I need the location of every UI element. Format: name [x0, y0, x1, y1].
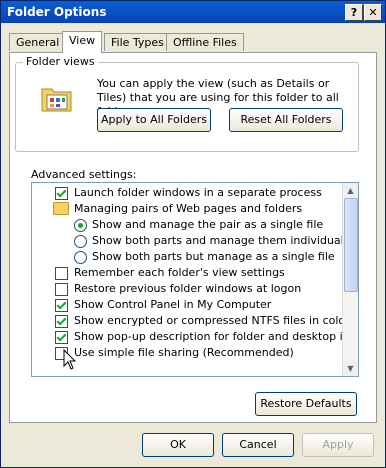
- mouse-cursor-icon: [63, 349, 77, 370]
- tab-file-types[interactable]: File Types: [104, 33, 171, 51]
- item-label: Show Control Panel in My Computer: [74, 298, 272, 311]
- checkbox[interactable]: [55, 315, 68, 328]
- tab-general[interactable]: General: [9, 33, 67, 51]
- apply-to-all-folders-button[interactable]: Apply to All Folders: [97, 108, 211, 132]
- vertical-scrollbar[interactable]: ▲ ▼: [342, 183, 358, 376]
- item-label: Managing pairs of Web pages and folders: [74, 202, 303, 215]
- item-label: Show both parts and manage them individu…: [92, 234, 354, 247]
- advanced-settings-list[interactable]: Launch folder windows in a separate proc…: [31, 182, 359, 377]
- close-button[interactable]: ✕: [364, 4, 382, 21]
- checkbox[interactable]: [55, 267, 68, 280]
- radio[interactable]: [74, 235, 87, 248]
- folder-icon: [41, 88, 72, 112]
- apply-button[interactable]: Apply: [302, 433, 374, 457]
- checkbox[interactable]: [55, 299, 68, 312]
- help-button[interactable]: ?: [345, 4, 363, 21]
- item-label: Show pop-up description for folder and d…: [74, 330, 359, 343]
- advanced-settings-label: Advanced settings:: [31, 168, 137, 181]
- cancel-button[interactable]: Cancel: [222, 433, 294, 457]
- item-label: Launch folder windows in a separate proc…: [74, 186, 322, 199]
- reset-all-folders-button[interactable]: Reset All Folders: [229, 108, 343, 132]
- folder-options-window: Folder Options ? ✕ General View File Typ…: [0, 0, 386, 468]
- item-label: Show both parts but manage as a single f…: [92, 250, 335, 263]
- checkbox[interactable]: [55, 187, 68, 200]
- scroll-down-arrow-icon[interactable]: ▼: [343, 361, 358, 376]
- item-label: Show and manage the pair as a single fil…: [92, 218, 324, 231]
- ok-button[interactable]: OK: [142, 433, 214, 457]
- scroll-thumb[interactable]: [344, 198, 358, 292]
- tab-view[interactable]: View: [62, 31, 103, 53]
- checkbox[interactable]: [55, 283, 68, 296]
- item-label: Use simple file sharing (Recommended): [74, 346, 294, 359]
- restore-defaults-button[interactable]: Restore Defaults: [255, 392, 357, 416]
- folder-views-title: Folder views: [23, 55, 98, 68]
- item-label: Show encrypted or compressed NTFS files …: [74, 314, 350, 327]
- radio[interactable]: [74, 219, 87, 232]
- tab-offline-files[interactable]: Offline Files: [166, 33, 244, 51]
- item-label: Restore previous folder windows at logon: [74, 282, 302, 295]
- radio[interactable]: [74, 251, 87, 264]
- window-title: Folder Options: [7, 5, 107, 19]
- item-label: Remember each folder's view settings: [74, 266, 285, 279]
- title-bar[interactable]: Folder Options ? ✕: [1, 1, 385, 23]
- folder-icon: [53, 202, 69, 215]
- scroll-up-arrow-icon[interactable]: ▲: [343, 183, 358, 198]
- checkbox[interactable]: [55, 331, 68, 344]
